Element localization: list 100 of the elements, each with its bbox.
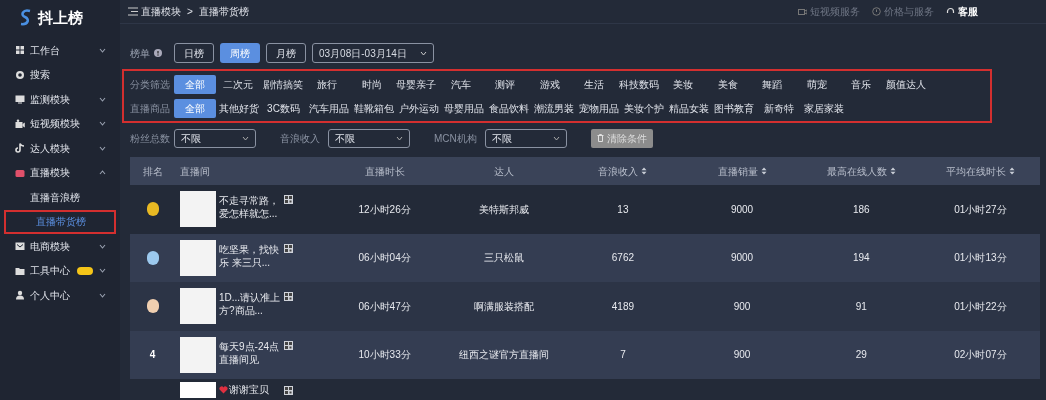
chevron-icon	[99, 292, 106, 298]
filter-option[interactable]: 美妆个护	[621, 99, 666, 118]
qr-code-icon[interactable]	[284, 386, 293, 395]
filter-dropdown[interactable]: 不限	[174, 128, 256, 148]
search-icon	[15, 69, 25, 80]
filter-option[interactable]: 图书教育	[711, 99, 756, 118]
column-header[interactable]: 最高在线人数	[801, 163, 921, 179]
filter-label: 音浪收入	[280, 131, 320, 146]
live-room-title[interactable]: 每天9点-24点直播间见	[219, 339, 281, 366]
filter-option[interactable]: 科技数码	[616, 75, 661, 94]
sort-icon[interactable]	[1008, 167, 1015, 175]
filter-option[interactable]: 剧情搞笑	[260, 75, 305, 94]
menu-icon[interactable]	[128, 7, 138, 16]
table-cell-text: 29	[855, 348, 867, 363]
table-cell-text: 纽西之谜官方直播间	[458, 348, 549, 363]
live-room-title[interactable]: 吃坚果，找快乐 来三只...	[219, 242, 281, 269]
sidebar-item[interactable]: 工具中心	[0, 258, 120, 283]
filter-option[interactable]: 家居家装	[801, 99, 846, 118]
chevron-icon	[99, 243, 106, 249]
table-cell-text: 美特斯邦威	[478, 202, 529, 217]
qr-code-icon[interactable]	[284, 243, 293, 253]
filter-option[interactable]: 汽车	[438, 75, 483, 94]
logo-text: 抖上榜	[38, 7, 83, 28]
filter-label: 粉丝总数	[130, 131, 171, 146]
filter-option[interactable]: 鞋靴箱包	[351, 99, 396, 118]
qr-code-icon[interactable]	[284, 195, 293, 205]
top-link[interactable]: 客服	[946, 4, 978, 19]
sidebar-item[interactable]: 电商模块	[0, 234, 120, 259]
sidebar-item[interactable]: 短视频模块	[0, 111, 120, 136]
table-cell-text: 01小时13分	[954, 251, 1007, 266]
filter-option[interactable]: 精品女装	[666, 99, 711, 118]
filter-option[interactable]: 宠物用品	[576, 99, 621, 118]
filter-option[interactable]: 时尚	[349, 75, 394, 94]
folder-icon	[15, 265, 25, 276]
breadcrumb-link[interactable]: 直播带货榜	[198, 4, 249, 19]
chevron-icon	[242, 135, 249, 141]
sort-icon[interactable]	[760, 167, 767, 175]
filter-option[interactable]: 新奇特	[756, 99, 801, 118]
submenu-item[interactable]: 直播音浪榜	[0, 185, 120, 210]
table-cell-text: 9000	[730, 251, 754, 266]
chevron-icon	[552, 135, 560, 141]
filter-option[interactable]: 美妆	[661, 75, 706, 94]
filter-option[interactable]: 母婴亲子	[394, 75, 439, 94]
filter-option[interactable]: 萌宠	[794, 75, 839, 94]
breadcrumb-separator: >	[187, 5, 193, 19]
date-range-dropdown[interactable]: 03月08日-03月14日	[312, 43, 434, 63]
sidebar-item[interactable]: 达人模块	[0, 136, 120, 161]
filter-option[interactable]: 美食	[705, 75, 750, 94]
column-header[interactable]: 平均在线时长	[920, 163, 1040, 179]
sidebar-item[interactable]: 搜索	[0, 62, 120, 87]
sort-icon[interactable]	[889, 167, 896, 175]
sidebar-item[interactable]: 直播模块	[0, 160, 120, 185]
filter-option[interactable]: 音乐	[839, 75, 884, 94]
table-cell-text: 91	[855, 299, 867, 314]
filter-option[interactable]: 旅行	[305, 75, 350, 94]
filter-option[interactable]: 汽车用品	[306, 99, 351, 118]
live-room-title[interactable]: 不走寻常路，爱怎样就怎...	[219, 194, 281, 221]
person-icon	[15, 290, 25, 301]
filter-option[interactable]: 3C数码	[261, 99, 306, 118]
filter-option[interactable]: 户外运动	[396, 99, 441, 118]
breadcrumb-link[interactable]: 直播模块	[141, 4, 181, 19]
trash-icon	[596, 134, 604, 142]
live-room-title[interactable]: 1D...请认准上方?商品...	[219, 291, 281, 318]
filter-option[interactable]: 舞蹈	[750, 75, 795, 94]
filter-option[interactable]: 其他好货	[216, 99, 261, 118]
table-cell-text: 13	[617, 202, 629, 217]
chevron-icon	[396, 135, 403, 141]
filter-option[interactable]: 测评	[483, 75, 528, 94]
filter-option[interactable]: 潮流男装	[531, 99, 576, 118]
live-room-title[interactable]: 谢谢宝贝	[219, 383, 281, 396]
tag-pill	[77, 266, 93, 275]
filter-option[interactable]: 二次元	[216, 75, 261, 94]
qr-code-icon[interactable]	[284, 340, 293, 350]
filter-option[interactable]: 颜值达人	[883, 75, 928, 94]
table-cell-text: 194	[852, 251, 870, 266]
chevron-icon	[99, 145, 106, 151]
filter-option[interactable]: 游戏	[527, 75, 572, 94]
submenu-item[interactable]: 直播带货榜	[4, 209, 116, 234]
monitor-icon	[15, 94, 25, 105]
table-cell-text: 4189	[611, 299, 635, 314]
filter-option[interactable]: 生活	[572, 75, 617, 94]
filter-dropdown[interactable]: 不限	[484, 128, 567, 148]
qr-code-icon[interactable]	[284, 292, 293, 302]
period-tab[interactable]: 月榜	[266, 43, 306, 63]
column-header[interactable]: 音浪收入	[563, 163, 683, 179]
table-cell-text: 9000	[730, 202, 754, 217]
column-header[interactable]: 直播销量	[682, 163, 802, 179]
filter-dropdown[interactable]: 不限	[328, 128, 410, 148]
photo-placeholder	[180, 239, 216, 276]
filter-label: 分类筛选	[130, 78, 171, 92]
sort-icon[interactable]	[641, 167, 648, 175]
sidebar-item[interactable]: 个人中心	[0, 283, 120, 308]
photo-placeholder	[180, 336, 216, 373]
sidebar-item[interactable]: 监测模块	[0, 87, 120, 112]
filter-option[interactable]: 母婴用品	[441, 99, 486, 118]
period-tab[interactable]: 日榜	[174, 43, 214, 63]
chevron-icon	[420, 50, 427, 56]
help-icon[interactable]	[154, 49, 162, 57]
sidebar-item[interactable]: 工作台	[0, 38, 120, 63]
filter-option[interactable]: 食品饮料	[486, 99, 531, 118]
